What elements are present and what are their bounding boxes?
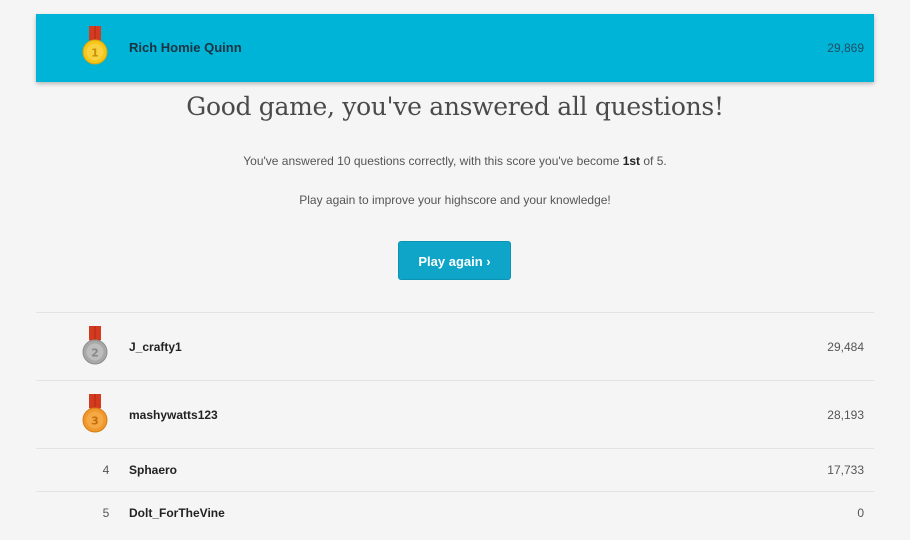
player-score: 28,193 xyxy=(827,408,864,422)
leaderboard-row: 2 J_crafty1 29,484 xyxy=(36,312,874,380)
current-player-name: Rich Homie Quinn xyxy=(129,40,242,55)
player-rank: 4 xyxy=(102,463,110,477)
medal-rank-number: 1 xyxy=(91,47,99,60)
gold-medal-icon: 1 xyxy=(80,26,110,66)
result-headline: Good game, you've answered all questions… xyxy=(186,92,724,121)
leaderboard-row: 4 Sphaero 17,733 xyxy=(36,448,874,491)
leaderboard-row: 3 mashywatts123 28,193 xyxy=(36,380,874,448)
current-player-row: 1 Rich Homie Quinn 29,869 xyxy=(36,14,874,82)
current-player-score: 29,869 xyxy=(827,41,864,55)
result-summary-text: You've answered 10 questions correctly, … xyxy=(243,154,623,168)
player-rank: 5 xyxy=(102,506,110,520)
player-name: Sphaero xyxy=(129,463,178,477)
player-score: 0 xyxy=(857,506,864,520)
result-summary-suffix: of 5. xyxy=(640,154,667,168)
result-encouragement: Play again to improve your highscore and… xyxy=(299,193,611,207)
play-again-button[interactable]: Play again › xyxy=(398,241,511,280)
player-name: Dolt_ForTheVine xyxy=(129,506,225,520)
result-summary: You've answered 10 questions correctly, … xyxy=(0,154,910,168)
silver-medal-icon: 2 xyxy=(80,326,110,366)
player-name: mashywatts123 xyxy=(129,408,218,422)
player-score: 29,484 xyxy=(827,340,864,354)
player-name: J_crafty1 xyxy=(129,340,182,354)
bronze-medal-icon: 3 xyxy=(80,394,110,434)
medal-rank-number: 3 xyxy=(91,415,99,428)
leaderboard: 2 J_crafty1 29,484 3 mashywatts123 28,19… xyxy=(36,312,874,534)
player-score: 17,733 xyxy=(827,463,864,477)
medal-rank-number: 2 xyxy=(91,347,99,360)
leaderboard-row: 5 Dolt_ForTheVine 0 xyxy=(36,491,874,534)
result-rank: 1st xyxy=(622,154,641,168)
